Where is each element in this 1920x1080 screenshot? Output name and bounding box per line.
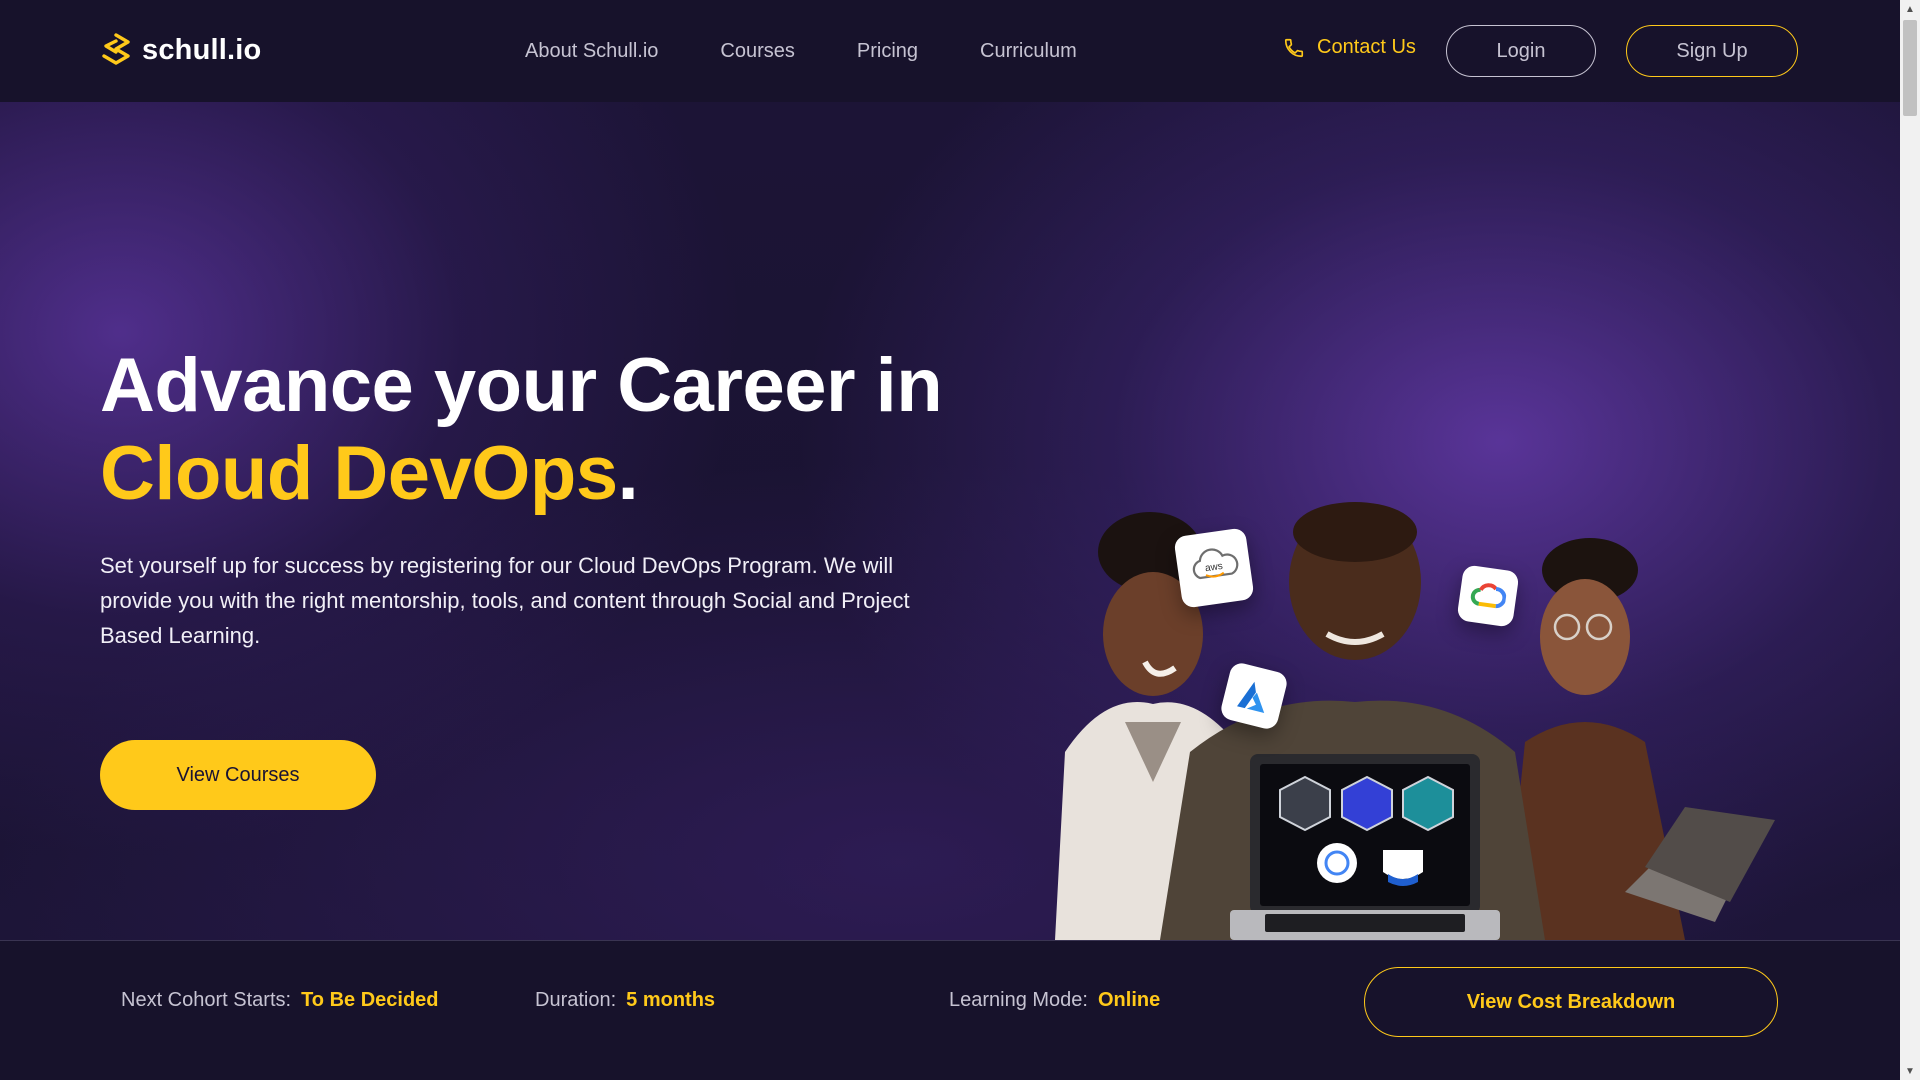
schull-logo-icon	[102, 33, 130, 65]
contact-us-link[interactable]: Contact Us	[1283, 36, 1416, 59]
hero-title-line1: Advance your Career in	[100, 343, 943, 428]
duration-value: 5 months	[626, 989, 716, 1011]
duration-label: Duration:	[535, 989, 617, 1011]
google-cloud-icon	[1470, 583, 1507, 609]
aws-icon: aws	[1192, 548, 1239, 580]
next-cohort-value: To Be Decided	[301, 989, 439, 1011]
learning-mode-label: Learning Mode:	[949, 989, 1088, 1011]
next-cohort-info: Next Cohort Starts: To Be Decided	[121, 989, 439, 1012]
duration-info: Duration: 5 months	[535, 989, 715, 1012]
logo-link[interactable]: schull.io	[100, 33, 261, 67]
scroll-up-arrow-icon[interactable]: ▲	[1900, 0, 1920, 18]
hero-illustration: aws	[985, 422, 1805, 940]
aws-badge: aws	[1173, 527, 1255, 609]
view-courses-button[interactable]: View Courses	[100, 740, 376, 810]
phone-icon	[1284, 38, 1304, 57]
main-nav: About Schull.io Courses Pricing Curricul…	[525, 0, 1077, 102]
google-cloud-badge	[1456, 564, 1520, 628]
hero-title: Advance your Career in Cloud DevOps.	[100, 342, 943, 518]
contact-us-label: Contact Us	[1317, 36, 1416, 58]
hero-title-dot: .	[617, 431, 639, 516]
vertical-scrollbar[interactable]: ▲ ▼	[1900, 0, 1920, 1080]
students-illustration	[1055, 502, 1775, 940]
login-button[interactable]: Login	[1446, 25, 1596, 77]
course-info-bar: Next Cohort Starts: To Be Decided Durati…	[0, 940, 1900, 1080]
learning-mode-value: Online	[1097, 989, 1161, 1011]
nav-link-about[interactable]: About Schull.io	[525, 40, 658, 63]
nav-link-courses[interactable]: Courses	[720, 40, 794, 63]
hero-section: Advance your Career in Cloud DevOps. Set…	[0, 102, 1900, 940]
azure-icon	[1237, 681, 1265, 713]
scroll-down-arrow-icon[interactable]: ▼	[1900, 1062, 1920, 1080]
brand-name: schull.io	[142, 33, 262, 66]
hero-description: Set yourself up for success by registeri…	[100, 553, 910, 648]
next-cohort-label: Next Cohort Starts:	[121, 989, 292, 1011]
learning-mode-info: Learning Mode: Online	[949, 989, 1160, 1012]
hero-title-accent: Cloud DevOps	[100, 431, 618, 516]
view-cost-breakdown-button[interactable]: View Cost Breakdown	[1364, 967, 1778, 1037]
nav-link-pricing[interactable]: Pricing	[857, 40, 918, 63]
page: schull.io About Schull.io Courses Pricin…	[0, 0, 1900, 1080]
scrollbar-thumb[interactable]	[1903, 20, 1917, 116]
signup-button[interactable]: Sign Up	[1626, 25, 1798, 77]
nav-link-curriculum[interactable]: Curriculum	[980, 40, 1077, 63]
aws-label: aws	[1204, 561, 1223, 574]
top-navbar: schull.io About Schull.io Courses Pricin…	[0, 0, 1900, 102]
